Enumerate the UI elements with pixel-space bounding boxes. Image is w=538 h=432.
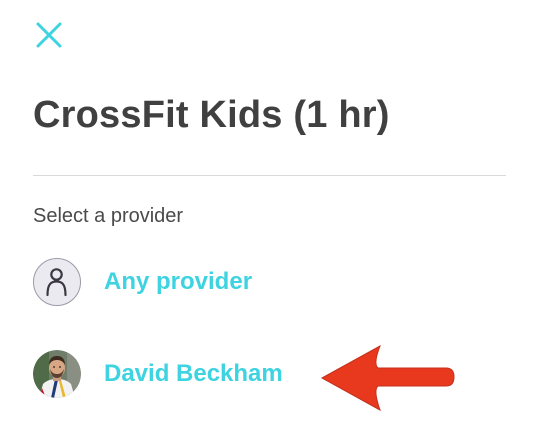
provider-name: Any provider xyxy=(104,268,253,295)
provider-item-any[interactable]: Any provider xyxy=(33,258,252,306)
red-arrow-icon xyxy=(320,344,455,412)
provider-item-david-beckham[interactable]: David Beckham xyxy=(33,350,283,398)
page-title: CrossFit Kids (1 hr) xyxy=(33,94,390,136)
divider xyxy=(33,175,506,176)
provider-avatar-photo xyxy=(33,350,81,398)
close-icon xyxy=(36,22,62,48)
provider-picker-screen: CrossFit Kids (1 hr) Select a provider A… xyxy=(0,0,538,432)
section-label: Select a provider xyxy=(33,205,184,227)
close-button[interactable] xyxy=(34,20,64,50)
person-outline-icon xyxy=(33,258,81,306)
provider-name: David Beckham xyxy=(104,360,283,387)
